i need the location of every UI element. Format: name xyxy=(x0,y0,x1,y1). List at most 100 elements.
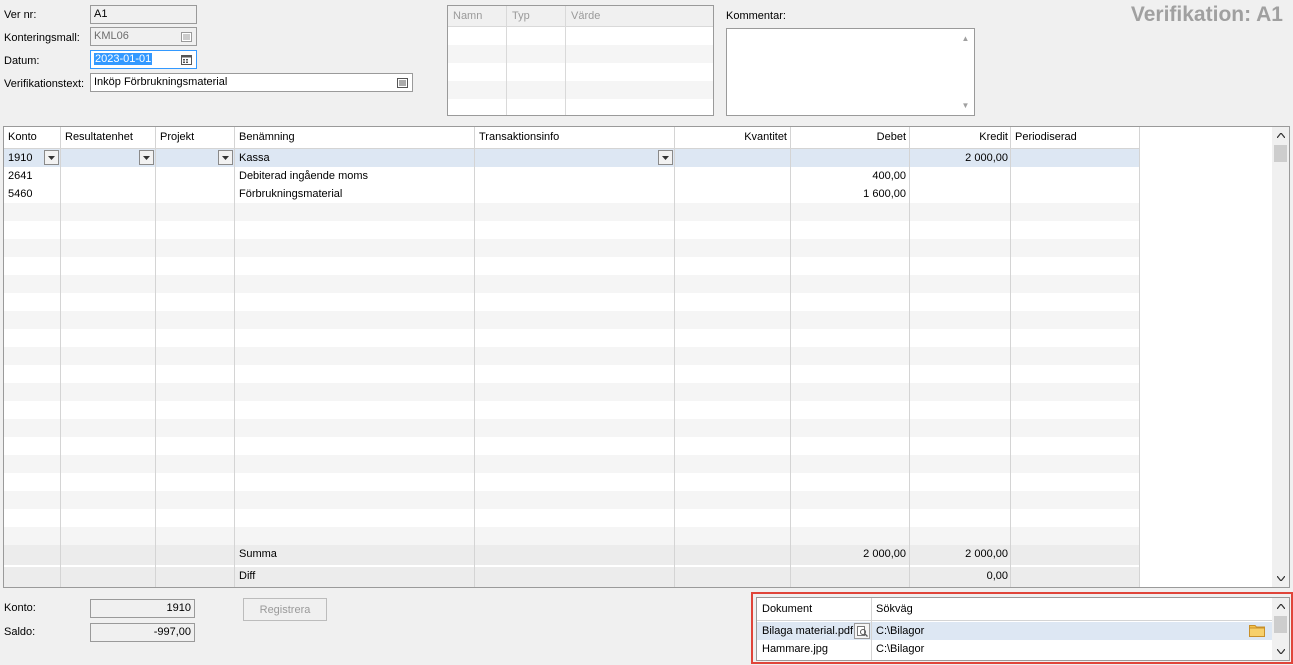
transactions-scrollbar[interactable] xyxy=(1272,127,1289,587)
verifikationstext-picker-button[interactable] xyxy=(393,74,411,91)
documents-scrollbar[interactable] xyxy=(1272,598,1289,660)
cell-dokument: Hammare.jpg xyxy=(762,643,829,655)
transactions-grid[interactable]: Konto Resultatenhet Projekt Benämning Tr… xyxy=(3,126,1290,588)
saldo-field: -997,00 xyxy=(90,623,195,642)
documents-grid[interactable]: Dokument Sökväg Bilaga material.pdf C:\B… xyxy=(756,597,1290,661)
verifikationstext-value: Inköp Förbrukningsmaterial xyxy=(94,76,228,88)
datum-calendar-button[interactable] xyxy=(177,51,195,68)
verifikationstext-label: Verifikationstext: xyxy=(4,78,85,90)
cell-konto: 5460 xyxy=(8,188,33,200)
empty-row xyxy=(4,239,1140,257)
scroll-down-icon[interactable]: ▼ xyxy=(957,97,974,114)
ver-nr-label: Ver nr: xyxy=(4,9,37,21)
column-divider xyxy=(1010,127,1011,587)
properties-grid[interactable]: Namn Typ Värde xyxy=(447,5,714,116)
summa-kredit: 2 000,00 xyxy=(965,548,1008,560)
cell-sokvag: C:\Bilagor xyxy=(876,625,925,637)
empty-row xyxy=(4,527,1140,545)
page-title: Verifikation: A1 xyxy=(1130,3,1283,26)
column-header-debet: Debet xyxy=(876,131,906,143)
empty-row xyxy=(4,455,1140,473)
column-divider xyxy=(1139,127,1140,587)
document-row[interactable]: Hammare.jpg C:\Bilagor xyxy=(757,640,1273,658)
chevron-down-icon[interactable] xyxy=(139,150,154,165)
scroll-down-icon[interactable] xyxy=(1272,643,1289,660)
konteringsmall-value: KML06 xyxy=(94,30,129,42)
empty-row xyxy=(4,491,1140,509)
column-header-varde: Värde xyxy=(571,10,601,22)
empty-row xyxy=(4,275,1140,293)
column-header-transaktionsinfo: Transaktionsinfo xyxy=(479,131,560,143)
column-header-kvantitet: Kvantitet xyxy=(744,131,787,143)
properties-column-divider xyxy=(507,6,566,115)
column-divider xyxy=(155,127,156,587)
summa-debet: 2 000,00 xyxy=(863,548,906,560)
cell-sokvag: C:\Bilagor xyxy=(876,643,925,655)
list-picker-icon xyxy=(396,77,408,88)
cell-benamning: Debiterad ingående moms xyxy=(239,170,369,182)
table-row[interactable]: 5460 Förbrukningsmaterial 1 600,00 xyxy=(4,185,1140,203)
datum-value: 2023-01-01 xyxy=(94,53,153,65)
folder-icon[interactable] xyxy=(1249,623,1265,640)
transactions-grid-header: Konto Resultatenhet Projekt Benämning Tr… xyxy=(4,127,1140,149)
column-header-periodiserad: Periodiserad xyxy=(1015,131,1077,143)
cell-dokument: Bilaga material.pdf xyxy=(762,625,854,637)
konteringsmall-label: Konteringsmall: xyxy=(4,32,80,44)
properties-column-divider xyxy=(448,6,507,115)
column-header-sokvag: Sökväg xyxy=(876,603,913,615)
cell-konto: 1910 xyxy=(8,152,33,164)
scrollbar-thumb[interactable] xyxy=(1274,145,1287,162)
scrollbar-thumb[interactable] xyxy=(1274,616,1287,633)
column-header-dokument: Dokument xyxy=(762,603,813,615)
column-header-projekt: Projekt xyxy=(160,131,195,143)
summa-row: Summa 2 000,00 2 000,00 xyxy=(4,545,1140,565)
column-header-benamning: Benämning xyxy=(239,131,295,143)
document-row[interactable]: Bilaga material.pdf C:\Bilagor xyxy=(757,622,1273,640)
column-divider xyxy=(871,598,872,660)
column-header-resultatenhet: Resultatenhet xyxy=(65,131,133,143)
magnifier-icon[interactable] xyxy=(854,623,870,639)
empty-row xyxy=(4,383,1140,401)
scroll-up-icon[interactable] xyxy=(1272,127,1289,144)
konto-field: 1910 xyxy=(90,599,195,618)
diff-kredit: 0,00 xyxy=(986,570,1008,582)
column-divider xyxy=(60,127,61,587)
konteringsmall-picker-button[interactable] xyxy=(177,28,195,45)
empty-row xyxy=(4,347,1140,365)
cell-debet: 1 600,00 xyxy=(863,188,906,200)
kommentar-textarea[interactable]: ▲ ▼ xyxy=(726,28,975,116)
verifikationstext-field[interactable]: Inköp Förbrukningsmaterial xyxy=(90,73,413,92)
konto-label: Konto: xyxy=(4,602,36,614)
chevron-down-icon[interactable] xyxy=(44,150,59,165)
table-row[interactable]: 1910 Kassa 2 000,00 xyxy=(4,149,1140,167)
datum-label: Datum: xyxy=(4,55,40,67)
chevron-down-icon[interactable] xyxy=(658,150,673,165)
chevron-down-icon[interactable] xyxy=(218,150,233,165)
column-divider xyxy=(474,127,475,587)
diff-row: Diff 0,00 xyxy=(4,567,1140,587)
kommentar-label: Kommentar: xyxy=(726,10,786,22)
summa-label: Summa xyxy=(239,548,277,560)
saldo-label: Saldo: xyxy=(4,626,36,638)
empty-row xyxy=(4,203,1140,221)
documents-highlight: Dokument Sökväg Bilaga material.pdf C:\B… xyxy=(751,592,1293,664)
cell-kredit: 2 000,00 xyxy=(965,152,1008,164)
empty-row xyxy=(4,311,1140,329)
column-divider xyxy=(234,127,235,587)
documents-grid-header: Dokument Sökväg xyxy=(757,598,1273,621)
cell-konto: 2641 xyxy=(8,170,33,182)
column-header-kredit: Kredit xyxy=(979,131,1008,143)
calendar-icon xyxy=(180,54,192,65)
kommentar-scrollbar[interactable]: ▲ ▼ xyxy=(957,29,974,115)
cell-debet: 400,00 xyxy=(872,170,906,182)
scroll-up-icon[interactable]: ▲ xyxy=(957,30,974,47)
diff-label: Diff xyxy=(239,570,256,582)
list-picker-icon xyxy=(180,31,192,42)
column-divider xyxy=(674,127,675,587)
scroll-up-icon[interactable] xyxy=(1272,598,1289,615)
scroll-down-icon[interactable] xyxy=(1272,570,1289,587)
ver-nr-field: A1 xyxy=(90,5,197,24)
column-divider xyxy=(790,127,791,587)
registrera-button[interactable]: Registrera xyxy=(243,598,327,621)
table-row[interactable]: 2641 Debiterad ingående moms 400,00 xyxy=(4,167,1140,185)
